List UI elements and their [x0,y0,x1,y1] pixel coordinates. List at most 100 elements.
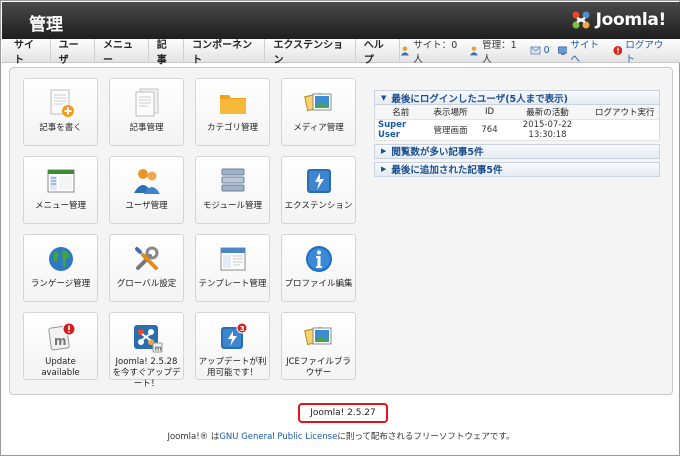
extension-update-icon: 3 [221,322,248,349]
column-header: 最新の活動 [504,105,591,120]
tile-joomla-update[interactable]: m Joomla! 2.5.28 を今すぐアップデート！ [109,312,184,389]
tile-menu-manager[interactable]: メニュー管理 [23,156,98,224]
folder-icon [220,95,246,114]
tile-label: アップデートが利用可能です！ [198,357,267,378]
column-header: 表示場所 [426,105,475,120]
logout-link[interactable]: ログアウト [612,37,668,65]
version-highlight: Joomla! 2.5.27 [298,403,388,423]
app-window: 管理 Joomla! サイト ユーザ メニュー 記事 コンポーネント エクステン… [0,0,680,456]
logged-in-header[interactable]: ▼ 最後にログインしたユーザ(5人まで表示) [374,90,660,105]
main-menu-bar: サイト ユーザ メニュー 記事 コンポーネント エクステンション ヘルプ サイト… [2,37,680,66]
update-alert-icon: m [48,322,76,351]
tile-label: 記事管理 [129,123,164,133]
admin-users-label: 管理：1人 [482,39,517,65]
site-visitors-label: サイト：0人 [413,39,458,65]
tile-jce-file-browser[interactable]: JCEファイルブラウザー [281,312,356,380]
tile-extension-update[interactable]: 3 アップデートが利用可能です！ [195,312,270,380]
control-panel: 記事を書く 記事管理 カテゴリ管理 メディア管理 メニュー管理 ユーザ管理 モジ… [9,67,673,395]
modules-icon [221,168,245,192]
monitor-icon [557,46,568,55]
column-header: ID [474,105,505,120]
svg-text:m: m [54,334,67,348]
svg-text:m: m [155,345,162,353]
tile-label: カテゴリ管理 [206,123,258,133]
column-header: 名前 [374,105,427,120]
tile-category-manager[interactable]: カテゴリ管理 [195,78,270,146]
template-icon [220,247,246,271]
new-article-icon [50,89,74,117]
tile-update-available[interactable]: m Update available [23,312,98,380]
globe-icon [49,247,73,271]
jce-browser-icon [304,326,332,346]
user-activity: 2015-07-22 13:30:18 [504,119,591,141]
tile-edit-profile[interactable]: プロファイル編集 [281,234,356,302]
logged-in-table: 名前 表示場所 ID 最新の活動 ログアウト実行 Super User 管理画面… [374,105,660,141]
extensions-icon [307,169,331,193]
license-prefix: Joomla!® は [167,432,220,442]
tile-article-manager[interactable]: 記事管理 [109,78,184,146]
tile-label: モジュール管理 [203,201,262,211]
joomla-logo-icon [572,11,590,29]
menu-help[interactable]: ヘルプ [356,38,401,66]
license-text: Joomla!® はGNU General Public Licenseに則って… [1,430,680,442]
info-column: ▼ 最後にログインしたユーザ(5人まで表示) 名前 表示場所 ID 最新の活動 … [374,90,660,177]
joomla-update-icon: m [134,325,163,353]
user-icon [401,46,410,56]
tile-label: Update available [41,357,80,378]
recent-articles-header[interactable]: ▶ 最後に追加された記事5件 [374,161,660,177]
tile-language-manager[interactable]: ランゲージ管理 [23,234,98,302]
tile-label: エクステンション [284,201,353,211]
joomla-logo: Joomla! [570,9,666,31]
tile-module-manager[interactable]: モジュール管理 [195,156,270,224]
admin-user-icon [470,46,479,56]
menu-site[interactable]: サイト [2,38,51,66]
triangle-right-icon: ▶ [381,165,387,173]
menu-extensions[interactable]: エクステンション [265,38,356,66]
menu-manager-icon [47,169,75,193]
admin-users-status: 管理：1人 [469,37,521,65]
tile-label: 記事を書く [39,123,82,133]
triangle-right-icon: ▶ [381,147,387,155]
info-icon [306,246,332,272]
tile-label: ランゲージ管理 [30,279,91,289]
gpl-link[interactable]: GNU General Public License [219,432,337,442]
tile-global-configuration[interactable]: グローバル設定 [109,234,184,302]
user-logout[interactable] [590,119,660,141]
tile-label: Joomla! 2.5.28 を今すぐアップデート！ [112,357,181,389]
menu-components[interactable]: コンポーネント [184,38,266,66]
logout-label: ログアウト [625,39,664,65]
users-icon [134,169,160,194]
messages-count: 0 [543,45,550,56]
tile-label: グローバル設定 [116,279,177,289]
tile-label: メディア管理 [293,123,344,133]
article-manager-icon [135,88,159,117]
logout-icon [612,46,622,55]
popular-articles-title: 閲覧数が多い記事5件 [391,147,484,158]
version-label: Joomla! 2.5.27 [310,408,376,418]
tile-label: メニュー管理 [34,201,86,211]
tile-label: プロファイル編集 [284,279,353,289]
license-suffix: に則って配布されるフリーソフトウェアです。 [337,432,515,442]
tile-extension-manager[interactable]: エクステンション [281,156,356,224]
view-site-link[interactable]: サイトへ [557,37,605,65]
menu-content[interactable]: 記事 [149,38,185,66]
popular-articles-header[interactable]: ▶ 閲覧数が多い記事5件 [374,143,660,159]
user-location: 管理画面 [426,119,475,141]
tile-template-manager[interactable]: テンプレート管理 [195,234,270,302]
menu-users[interactable]: ユーザ [51,38,95,66]
tile-user-manager[interactable]: ユーザ管理 [109,156,184,224]
admin-header: 管理 Joomla! [2,2,680,39]
mail-icon [530,46,540,55]
tile-label: テンプレート管理 [198,279,267,289]
recent-articles-title: 最後に追加された記事5件 [391,165,503,176]
tile-add-article[interactable]: 記事を書く [23,78,98,146]
logged-in-title: 最後にログインしたユーザ(5人まで表示) [391,93,568,105]
menu-menus[interactable]: メニュー [95,38,149,66]
tile-label: ユーザ管理 [125,201,168,211]
tile-label: JCEファイルブラウザー [286,357,351,378]
tile-media-manager[interactable]: メディア管理 [281,78,356,146]
user-name-link[interactable]: Super User [374,119,427,141]
media-icon [304,92,332,112]
table-row: Super User 管理画面 764 2015-07-22 13:30:18 [374,119,660,141]
messages-link[interactable]: 0 [530,45,550,56]
